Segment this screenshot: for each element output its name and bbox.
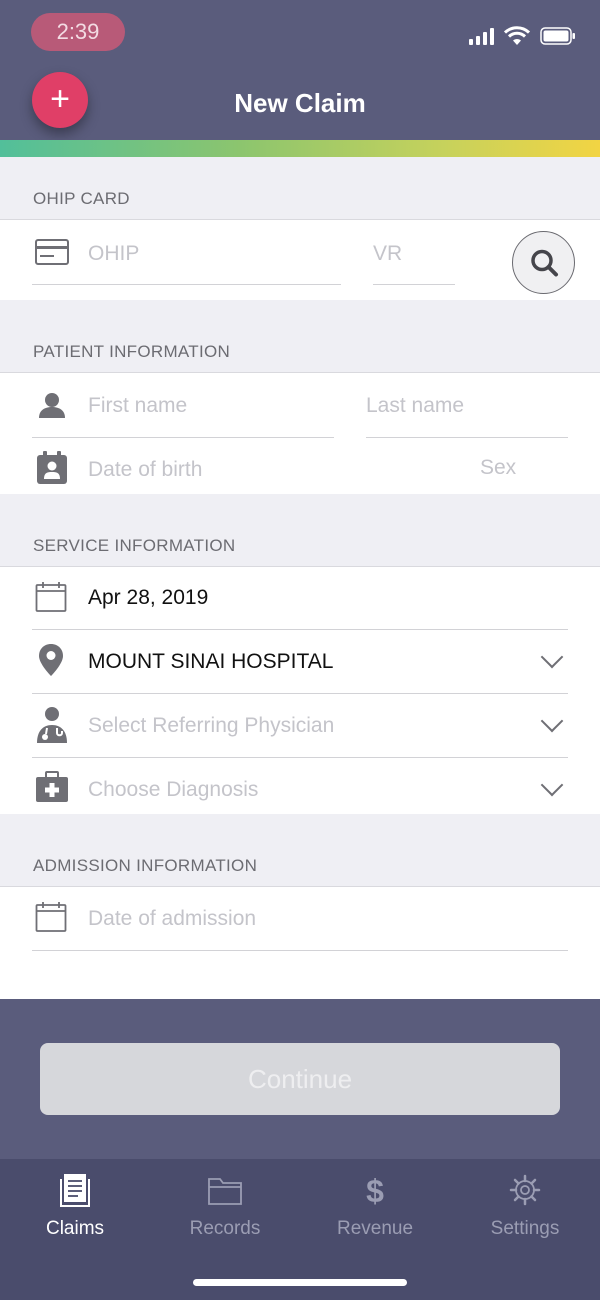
chevron-down-icon[interactable] (540, 773, 564, 797)
vr-underline (373, 284, 455, 285)
chevron-down-icon[interactable] (540, 645, 564, 669)
physician-underline (32, 757, 568, 758)
calendar-icon (35, 582, 67, 612)
birthday-calendar-icon (37, 451, 67, 484)
calendar-icon (35, 902, 67, 932)
section-title-service: SERVICE INFORMATION (33, 536, 236, 555)
credit-card-icon (35, 239, 69, 265)
page-title: New Claim (234, 88, 366, 118)
section-header-ohip: OHIP CARD (0, 157, 600, 220)
first-name-underline (32, 437, 334, 438)
sex-select[interactable]: Sex (480, 456, 516, 480)
service-date-field[interactable]: Apr 28, 2019 (88, 586, 208, 610)
last-name-input[interactable]: Last name (366, 394, 464, 418)
tab-label-records: Records (189, 1218, 261, 1239)
status-time: 2:39 (31, 13, 125, 51)
location-select[interactable]: MOUNT SINAI HOSPITAL (88, 650, 333, 674)
section-title-admission: ADMISSION INFORMATION (33, 856, 258, 875)
tab-label-settings: Settings (490, 1218, 560, 1239)
continue-area: Continue (0, 999, 600, 1159)
diagnosis-select[interactable]: Choose Diagnosis (88, 778, 258, 802)
tab-settings[interactable]: Settings (450, 1173, 600, 1240)
section-title-patient: PATIENT INFORMATION (33, 342, 231, 361)
dollar-icon: $ (366, 1173, 384, 1209)
vr-input[interactable]: VR (373, 242, 402, 266)
folder-icon (208, 1178, 242, 1205)
wifi-icon (504, 26, 530, 45)
claims-document-icon (60, 1174, 90, 1207)
admission-underline (32, 950, 568, 951)
tab-label-revenue: Revenue (336, 1218, 414, 1239)
section-title-ohip: OHIP CARD (33, 189, 130, 208)
doctor-icon (37, 707, 67, 743)
section-header-service: SERVICE INFORMATION (0, 494, 600, 567)
battery-icon (540, 27, 575, 45)
first-name-input[interactable]: First name (88, 394, 187, 418)
status-icons (469, 24, 576, 48)
chevron-down-icon[interactable] (540, 709, 564, 733)
ohip-underline (32, 284, 341, 285)
last-name-underline (366, 437, 568, 438)
claim-form: OHIP CARD OHIP VR PATIENT INFORMATION Fi… (0, 157, 600, 999)
date-of-admission-input[interactable]: Date of admission (88, 907, 256, 931)
search-icon (531, 249, 558, 277)
continue-button[interactable]: Continue (40, 1043, 560, 1115)
search-button[interactable] (512, 231, 575, 294)
tab-claims[interactable]: Claims (0, 1173, 150, 1240)
medical-kit-icon (36, 771, 68, 802)
ohip-input[interactable]: OHIP (88, 242, 139, 266)
tab-records[interactable]: Records (150, 1173, 300, 1240)
gear-icon (509, 1174, 541, 1206)
section-header-patient: PATIENT INFORMATION (0, 300, 600, 373)
cellular-signal-icon (469, 27, 494, 45)
header-gradient-divider (0, 140, 600, 157)
section-header-admission: ADMISSION INFORMATION (0, 814, 600, 887)
tab-revenue[interactable]: $ Revenue (300, 1173, 450, 1240)
referring-physician-select[interactable]: Select Referring Physician (88, 714, 334, 738)
date-of-birth-input[interactable]: Date of birth (88, 458, 202, 482)
service-date-underline (32, 629, 568, 630)
svg-text:$: $ (366, 1173, 384, 1207)
tab-label-claims: Claims (45, 1218, 105, 1239)
location-pin-icon (39, 644, 63, 676)
app-header: 2:39 + New Claim (0, 0, 600, 157)
home-indicator[interactable] (193, 1279, 407, 1286)
person-icon (39, 393, 65, 418)
location-underline (32, 693, 568, 694)
